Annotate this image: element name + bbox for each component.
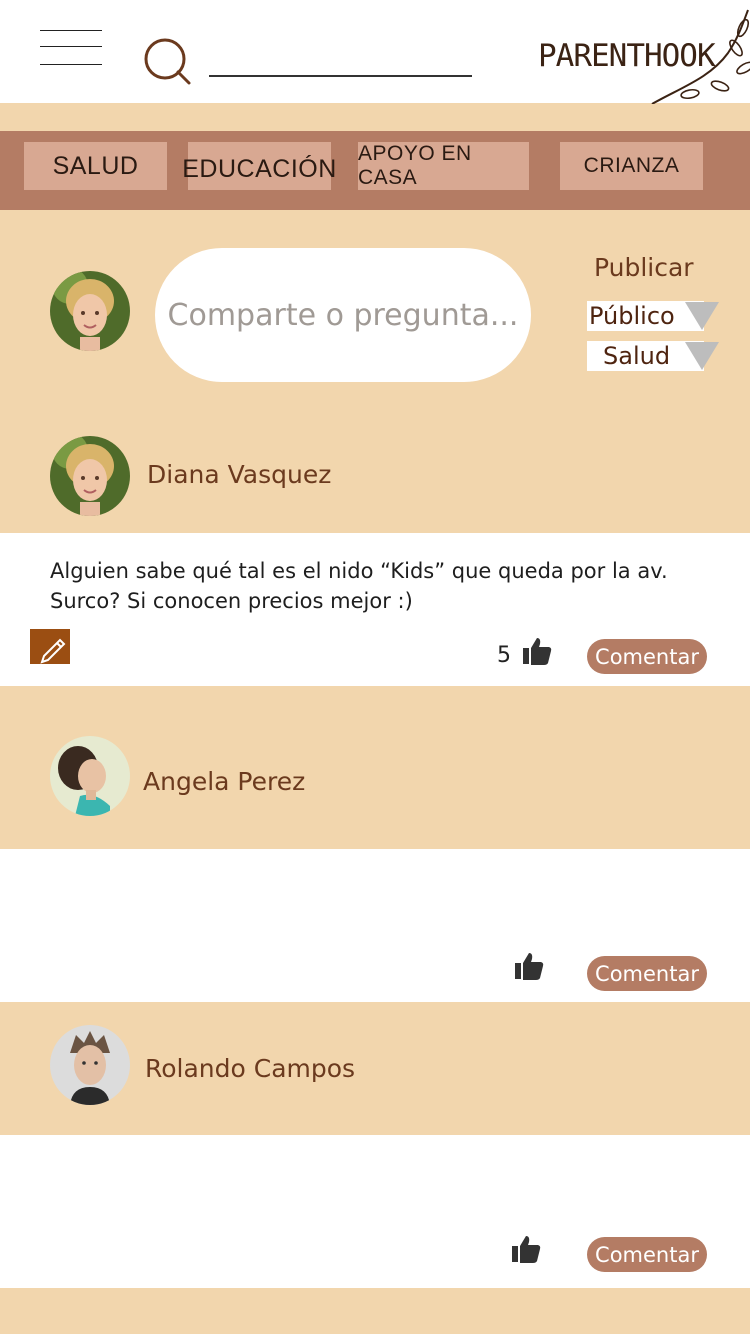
search-input[interactable]	[209, 75, 472, 77]
category-educacion[interactable]: EDUCACIÓN	[182, 142, 336, 190]
category-crianza[interactable]: CRIANZA	[560, 142, 703, 190]
dropdown-arrow-icon[interactable]	[685, 342, 719, 370]
like-icon[interactable]	[522, 636, 552, 666]
comment-button[interactable]: Comentar	[587, 1237, 707, 1272]
author-avatar[interactable]	[50, 736, 130, 816]
category-apoyo-en-casa[interactable]: APOYO EN CASA	[358, 142, 529, 190]
like-icon[interactable]	[511, 1234, 541, 1264]
search-icon[interactable]	[142, 36, 192, 86]
post-composer-input[interactable]: Comparte o pregunta...	[155, 248, 531, 382]
author-name[interactable]: Angela Perez	[143, 767, 305, 796]
author-name[interactable]: Rolando Campos	[145, 1054, 355, 1083]
edit-icon[interactable]	[30, 629, 70, 664]
comment-button[interactable]: Comentar	[587, 956, 707, 991]
publish-button[interactable]: Publicar	[594, 253, 694, 282]
comment-button[interactable]: Comentar	[587, 639, 707, 674]
menu-icon[interactable]	[40, 28, 102, 68]
category-bar: SALUD EDUCACIÓN APOYO EN CASA CRIANZA	[0, 131, 750, 210]
author-name[interactable]: Diana Vasquez	[147, 460, 331, 489]
category-salud[interactable]: SALUD	[24, 142, 167, 190]
dropdown-arrow-icon[interactable]	[685, 302, 719, 330]
topic-value: Salud	[603, 342, 671, 370]
vine-decoration	[651, 9, 750, 104]
like-icon[interactable]	[514, 951, 544, 981]
author-avatar[interactable]	[50, 436, 130, 516]
post-body: Alguien sabe qué tal es el nido “Kids” q…	[50, 559, 668, 613]
author-avatar[interactable]	[50, 1025, 130, 1105]
app-header: PARENTHOOK	[0, 0, 750, 104]
avatar[interactable]	[50, 271, 130, 351]
like-count: 5	[497, 643, 511, 668]
visibility-value: Público	[589, 302, 675, 330]
